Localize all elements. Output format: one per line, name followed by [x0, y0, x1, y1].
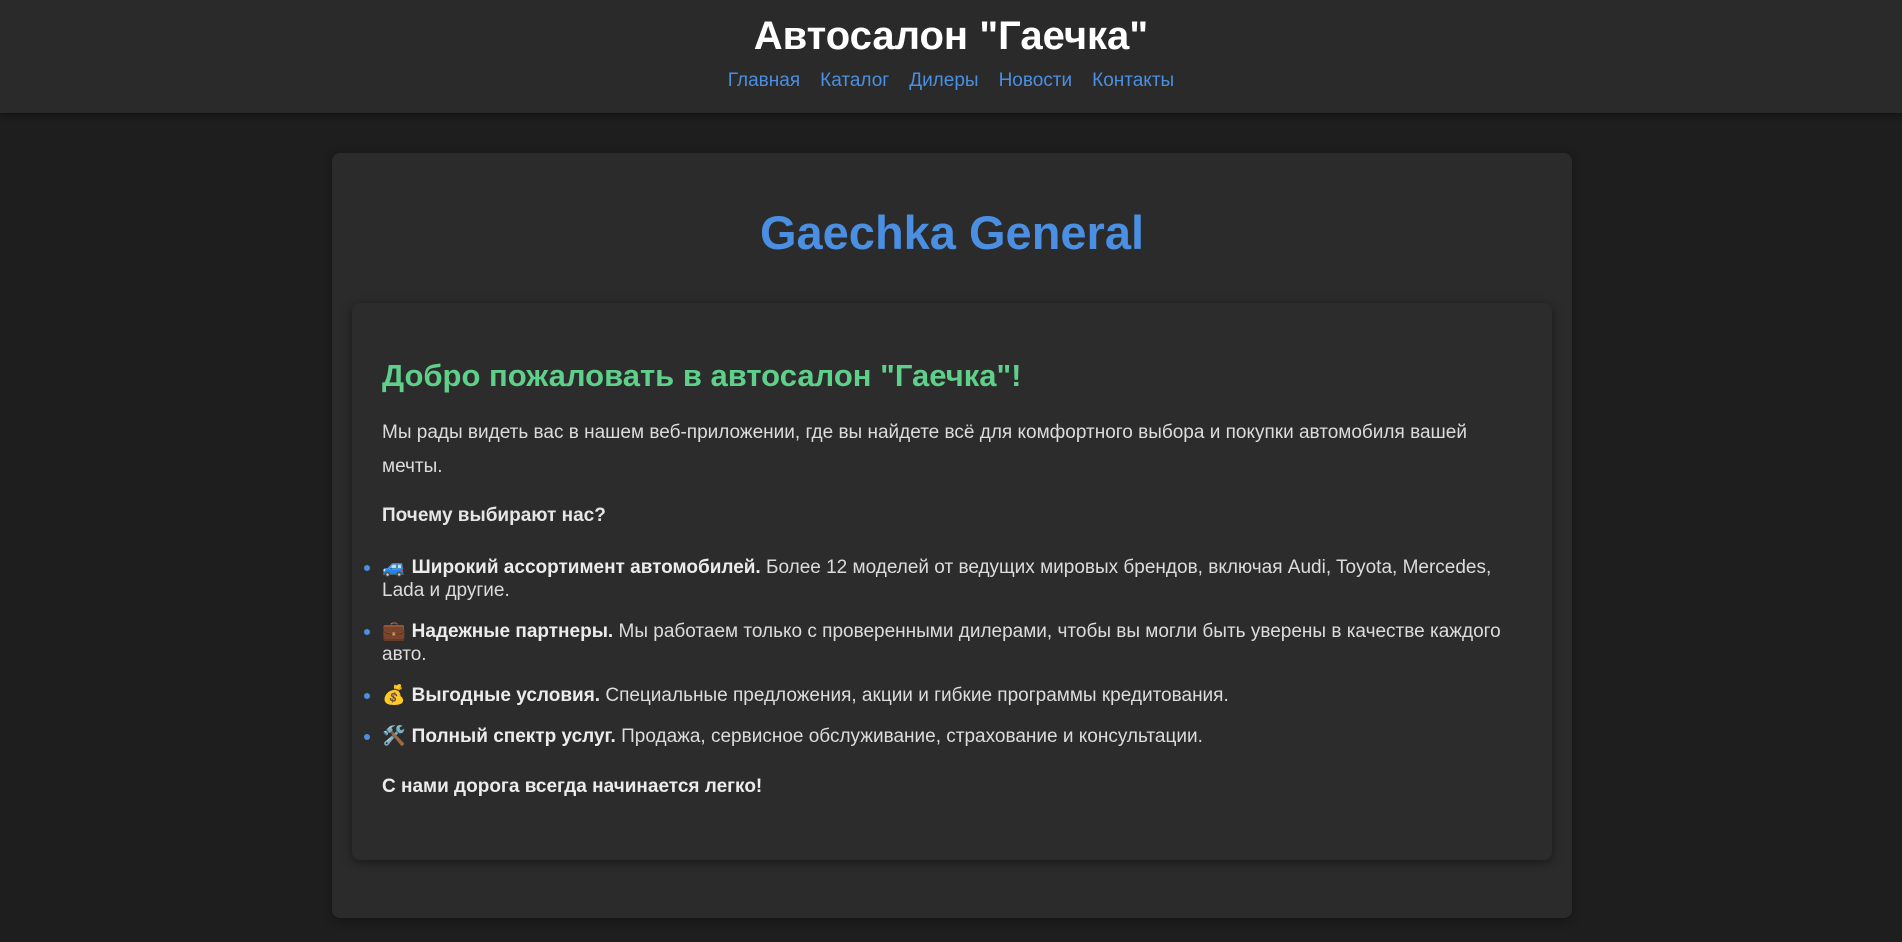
main-nav: Главная Каталог Дилеры Новости Контакты: [0, 69, 1902, 93]
nav-link-dealers[interactable]: Дилеры: [909, 69, 978, 93]
tools-icon: 🛠️: [382, 726, 406, 747]
why-heading: Почему выбирают нас?: [382, 505, 606, 526]
feature-title: Полный спектр услуг.: [411, 726, 616, 747]
features-list: 🚙 Широкий ассортимент автомобилей. Более …: [364, 556, 1522, 748]
nav-link-catalog[interactable]: Каталог: [820, 69, 889, 93]
nav-link-contacts[interactable]: Контакты: [1092, 69, 1174, 93]
nav-link-home[interactable]: Главная: [728, 69, 800, 93]
feature-text: Специальные предложения, акции и гибкие …: [600, 685, 1229, 706]
feature-title: Широкий ассортимент автомобилей.: [411, 557, 761, 578]
feature-item-partners: 💼 Надежные партнеры. Мы работаем только с…: [364, 620, 1522, 666]
site-title: Автосалон "Гаечка": [753, 14, 1149, 58]
feature-item-services: 🛠️ Полный спектр услуг. Продажа, сервисно…: [364, 725, 1522, 748]
feature-title: Выгодные условия.: [411, 685, 601, 706]
main-card: Gaechka General Добро пожаловать в автос…: [332, 153, 1572, 918]
nav-link-news[interactable]: Новости: [999, 69, 1073, 93]
feature-text: Продажа, сервисное обслуживание, страхов…: [615, 726, 1203, 747]
site-header: Автосалон "Гаечка" Главная Каталог Дилер…: [0, 0, 1902, 113]
intro-text: Мы рады видеть вас в нашем веб-приложени…: [382, 422, 1467, 477]
welcome-title: Добро пожаловать в автосалон "Гаечка"!: [382, 358, 1022, 393]
welcome-card: Добро пожаловать в автосалон "Гаечка"! М…: [352, 303, 1552, 860]
feature-item-assortment: 🚙 Широкий ассортимент автомобилей. Более …: [364, 556, 1522, 602]
briefcase-icon: 💼: [382, 621, 406, 642]
car-icon: 🚙: [382, 557, 406, 578]
feature-item-conditions: 💰 Выгодные условия. Специальные предложен…: [364, 684, 1522, 707]
brand-title: Gaechka General: [759, 206, 1145, 259]
closing-text: С нами дорога всегда начинается легко!: [382, 776, 763, 797]
feature-title: Надежные партнеры.: [411, 621, 614, 642]
money-bag-icon: 💰: [382, 685, 406, 706]
